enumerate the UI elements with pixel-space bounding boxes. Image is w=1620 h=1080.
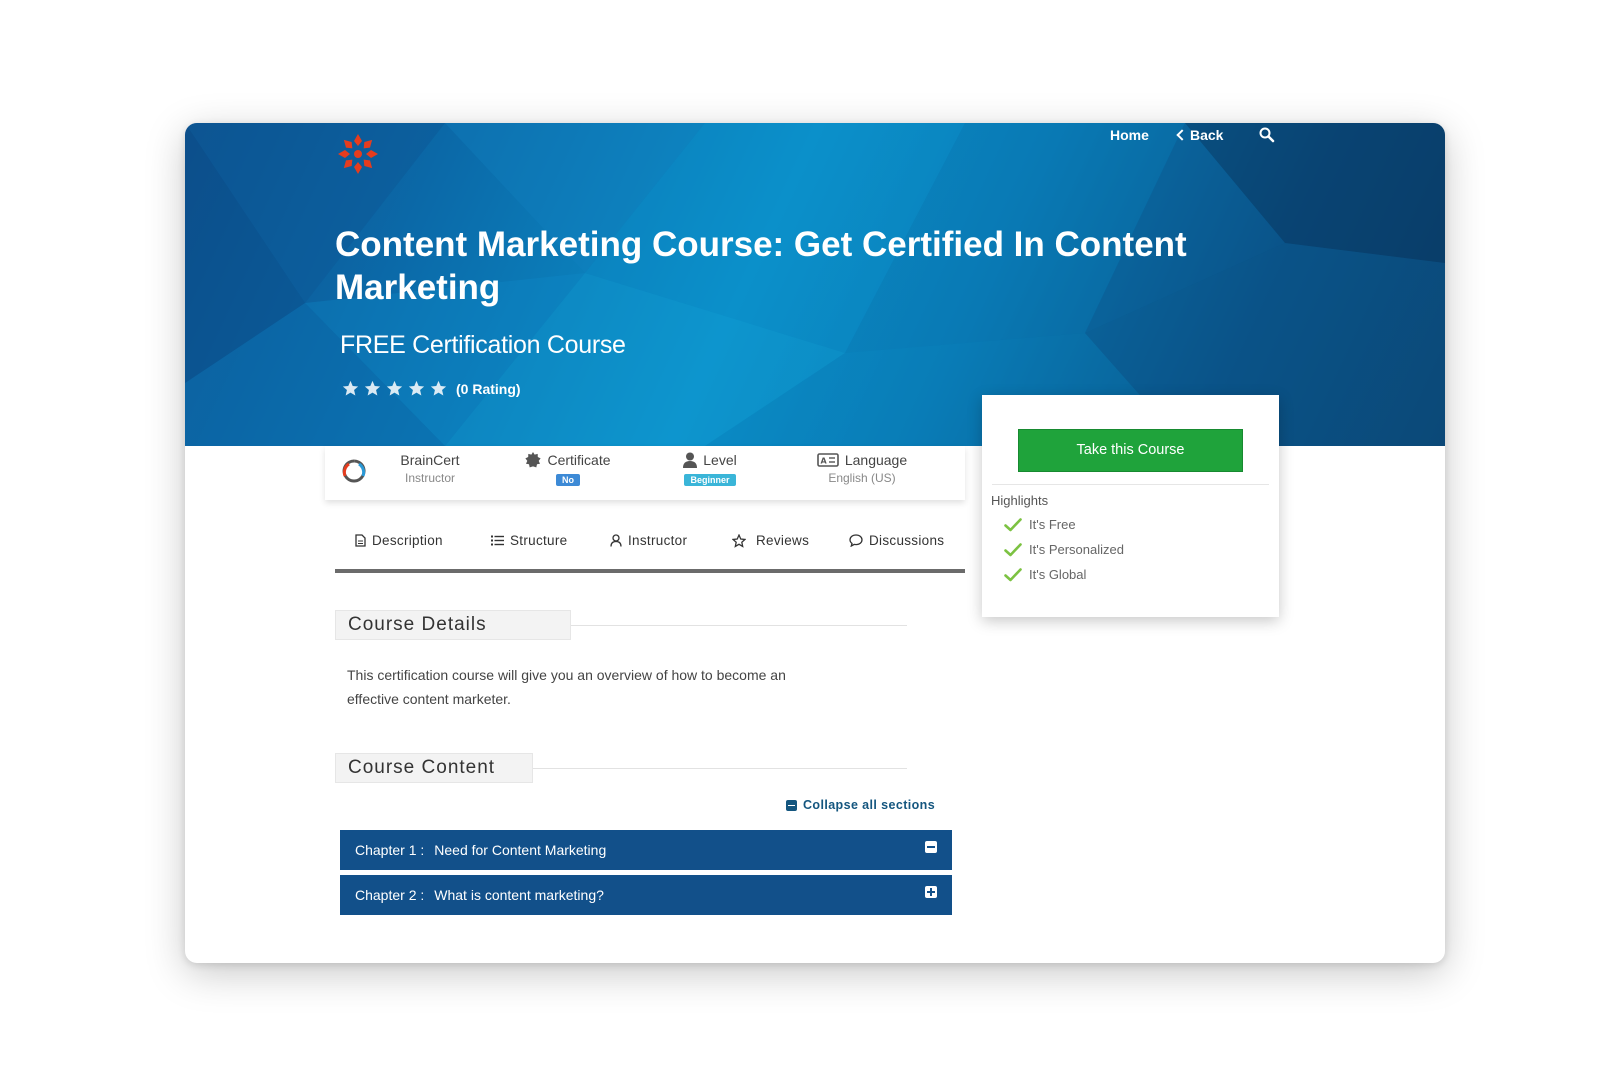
level-info: Level Beginner <box>665 450 755 488</box>
level-badge: Beginner <box>684 474 736 486</box>
user-icon <box>683 452 698 468</box>
language-info: A Language English (US) <box>807 450 917 485</box>
star-icon <box>408 380 425 396</box>
chevron-left-icon <box>1176 129 1188 141</box>
brand-logo[interactable] <box>335 131 381 177</box>
certificate-label: Certificate <box>547 452 611 468</box>
rating-row: (0 Rating) <box>342 380 521 397</box>
document-icon <box>355 534 366 547</box>
take-course-button[interactable]: Take this Course <box>1018 429 1243 472</box>
course-details-heading: Course Details <box>335 610 571 640</box>
tab-structure[interactable]: Structure <box>491 533 567 548</box>
instructor-avatar[interactable] <box>341 458 367 486</box>
course-content-header: Course Content <box>335 753 907 783</box>
star-outline-icon <box>732 533 746 548</box>
language-label: Language <box>844 452 908 468</box>
certificate-seal-icon <box>525 452 542 468</box>
user-outline-icon <box>610 534 622 547</box>
course-content-heading: Course Content <box>335 753 533 783</box>
certificate-info: Certificate No <box>513 450 623 488</box>
nav-back-link[interactable]: Back <box>1176 123 1224 147</box>
chapter-row[interactable]: Chapter 1 : Need for Content Marketing <box>340 830 952 870</box>
collapse-icon[interactable] <box>925 841 937 853</box>
tab-description[interactable]: Description <box>355 533 443 548</box>
divider <box>992 484 1269 485</box>
star-icon <box>364 380 381 396</box>
svg-text:A: A <box>820 457 827 466</box>
chapter-row[interactable]: Chapter 2 : What is content marketing? <box>340 875 952 915</box>
instructor-role: Instructor <box>404 471 455 485</box>
course-info-strip: BrainCert Instructor Certificate No Leve… <box>325 446 965 500</box>
star-icon <box>342 380 359 396</box>
checkmark-icon <box>1004 517 1022 531</box>
tab-reviews-label: Reviews <box>756 533 810 548</box>
course-details-header: Course Details <box>335 610 907 640</box>
instructor-info[interactable]: BrainCert Instructor <box>385 450 475 485</box>
tab-instructor[interactable]: Instructor <box>610 533 687 548</box>
highlight-item: It's Personalized <box>1004 542 1124 557</box>
course-tabs: Description Structure Instructor Reviews <box>335 523 965 573</box>
checkmark-icon <box>1004 542 1022 556</box>
divider <box>533 768 907 769</box>
browser-frame: Home Back Content Marketing Course: Get … <box>185 123 1445 963</box>
course-description: This certification course will give you … <box>347 667 786 707</box>
highlight-item: It's Global <box>1004 567 1086 582</box>
instructor-name[interactable]: BrainCert <box>385 450 475 470</box>
tab-discussions-label: Discussions <box>869 533 945 548</box>
star-icon <box>386 380 403 396</box>
chapter-number: Chapter 1 : <box>355 842 425 858</box>
tab-instructor-label: Instructor <box>628 533 688 548</box>
highlight-item: It's Free <box>1004 517 1076 532</box>
tab-discussions[interactable]: Discussions <box>849 533 944 548</box>
enroll-card: Take this Course Highlights It's Free It… <box>982 395 1279 617</box>
list-icon <box>491 535 504 546</box>
star-icon <box>430 380 447 396</box>
chapter-number: Chapter 2 : <box>355 887 425 903</box>
nav-back-label: Back <box>1190 127 1224 143</box>
expand-icon[interactable] <box>925 886 937 898</box>
level-label-row: Level <box>665 450 755 470</box>
course-title: Content Marketing Course: Get Certified … <box>335 225 1187 307</box>
language-card-icon: A <box>817 453 839 467</box>
language-value: English (US) <box>828 471 896 485</box>
chapter-title: What is content marketing? <box>434 887 604 903</box>
level-label: Level <box>703 452 737 468</box>
tab-structure-label: Structure <box>510 533 568 548</box>
certificate-label-row: Certificate <box>513 450 623 470</box>
language-label-row: A Language <box>807 450 917 470</box>
highlight-label: It's Personalized <box>1029 542 1124 557</box>
minus-square-icon <box>786 799 797 811</box>
tab-description-label: Description <box>372 533 443 548</box>
highlights-title: Highlights <box>991 493 1049 508</box>
highlight-label: It's Free <box>1029 517 1076 532</box>
certificate-badge: No <box>556 474 580 486</box>
rating-text: (0 Rating) <box>456 380 521 397</box>
nav-home-link[interactable]: Home <box>1110 123 1149 147</box>
checkmark-icon <box>1004 567 1022 581</box>
course-subtitle: FREE Certification Course <box>340 331 626 359</box>
highlight-label: It's Global <box>1029 567 1087 582</box>
chat-bubble-icon <box>849 534 863 547</box>
collapse-all-label: Collapse all sections <box>803 798 936 812</box>
tab-reviews[interactable]: Reviews <box>732 533 809 548</box>
search-icon[interactable] <box>1258 126 1276 144</box>
divider <box>571 625 907 626</box>
chapter-title: Need for Content Marketing <box>434 842 607 858</box>
collapse-all-button[interactable]: Collapse all sections <box>786 798 935 812</box>
